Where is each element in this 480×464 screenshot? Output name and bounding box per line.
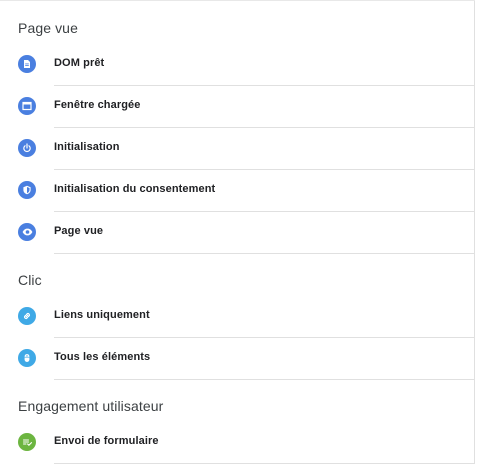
section-title-page-view: Page vue [18, 20, 78, 36]
trigger-item-form-submission[interactable]: Envoi de formulaire [0, 422, 475, 464]
mouse-icon [18, 349, 36, 367]
trigger-type-panel: Page vue DOM prêt Fenêtre chargée Initia… [0, 0, 475, 464]
trigger-item-consent-initialization[interactable]: Initialisation du consentement [0, 170, 475, 212]
document-icon [18, 55, 36, 73]
trigger-item-label: DOM prêt [54, 57, 105, 69]
trigger-item-label: Page vue [54, 225, 104, 237]
item-divider [54, 253, 475, 254]
shield-icon [18, 181, 36, 199]
item-divider [54, 379, 475, 380]
trigger-item-all-elements[interactable]: Tous les éléments [0, 338, 475, 380]
section-title-user-engagement: Engagement utilisateur [18, 398, 164, 414]
section-title-click: Clic [18, 272, 42, 288]
top-divider [0, 0, 475, 1]
trigger-item-label: Liens uniquement [54, 309, 150, 321]
trigger-item-window-loaded[interactable]: Fenêtre chargée [0, 86, 475, 128]
trigger-item-links-only[interactable]: Liens uniquement [0, 296, 475, 338]
link-icon [18, 307, 36, 325]
trigger-item-page-view[interactable]: Page vue [0, 212, 475, 254]
trigger-item-initialization[interactable]: Initialisation [0, 128, 475, 170]
trigger-item-dom-ready[interactable]: DOM prêt [0, 44, 475, 86]
trigger-item-label: Initialisation du consentement [54, 183, 216, 195]
trigger-item-label: Initialisation [54, 141, 120, 153]
power-icon [18, 139, 36, 157]
eye-icon [18, 223, 36, 241]
window-icon [18, 97, 36, 115]
form-check-icon [18, 433, 36, 451]
trigger-item-label: Fenêtre chargée [54, 99, 141, 111]
trigger-item-label: Envoi de formulaire [54, 435, 159, 447]
trigger-item-label: Tous les éléments [54, 351, 151, 363]
